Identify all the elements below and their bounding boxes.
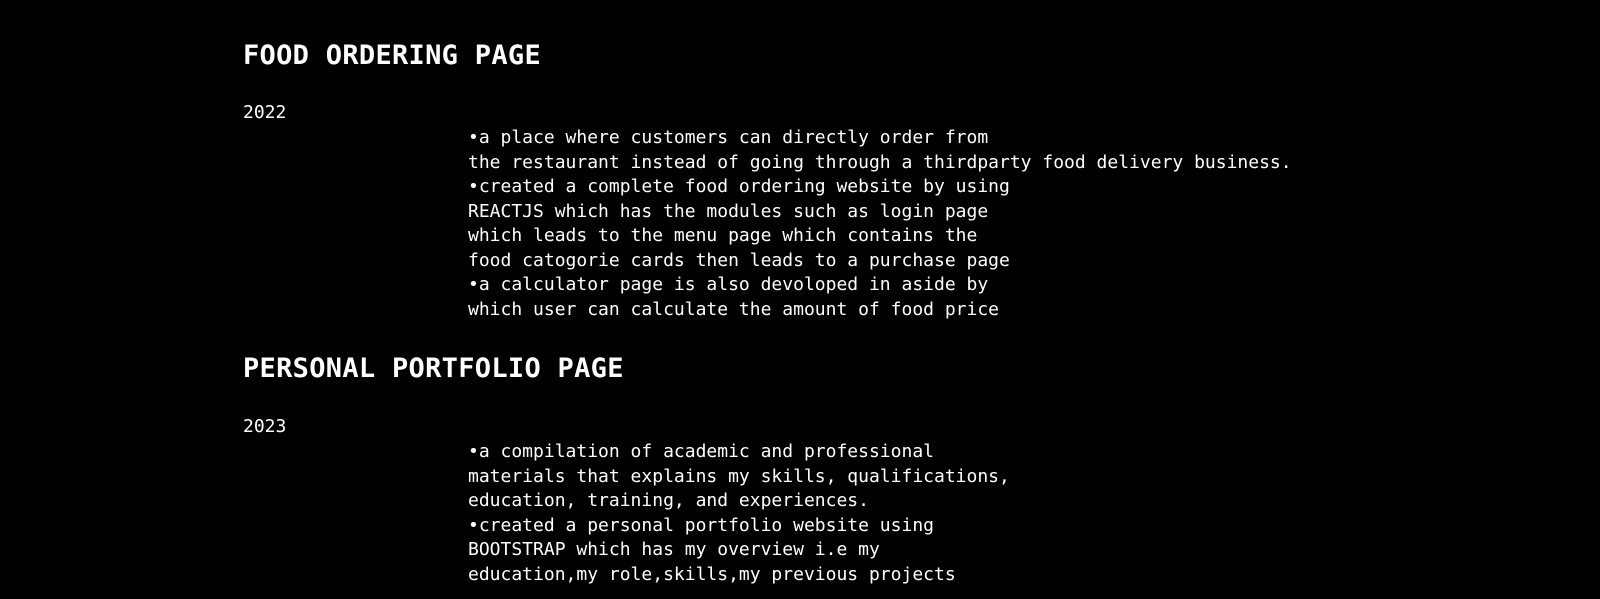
description-line: •a place where customers can directly or… bbox=[468, 127, 989, 148]
description-line: education,my role,skills,my previous pro… bbox=[468, 563, 956, 585]
description-line: BOOTSTRAP which has my overview i.e my bbox=[468, 539, 880, 560]
description-line: which user can calculate the amount of f… bbox=[468, 298, 1000, 320]
description-line: food catogorie cards then leads to a pur… bbox=[468, 249, 1010, 271]
description-line: education, training, and experiences. bbox=[468, 490, 869, 511]
project-description: •a compilation of academic and professio… bbox=[468, 440, 1010, 587]
project-food-ordering: FOOD ORDERING PAGE 2022 •a place where c… bbox=[243, 39, 1292, 320]
description-line: materials that explains my skills, quali… bbox=[468, 465, 1010, 487]
project-description: •a place where customers can directly or… bbox=[468, 126, 1292, 322]
description-line: the restaurant instead of going through … bbox=[468, 151, 1292, 173]
project-year: 2023 bbox=[243, 416, 287, 437]
description-line: •created a personal portfolio website us… bbox=[468, 514, 934, 536]
description-line: •created a complete food ordering websit… bbox=[468, 176, 1010, 197]
description-line: •a compilation of academic and professio… bbox=[468, 441, 934, 462]
description-line: •a calculator page is also devoloped in … bbox=[468, 274, 989, 295]
project-year: 2022 bbox=[243, 102, 287, 123]
project-personal-portfolio: PERSONAL PORTFOLIO PAGE 2023 •a compilat… bbox=[243, 352, 1010, 585]
project-title: PERSONAL PORTFOLIO PAGE bbox=[243, 353, 624, 384]
project-title: FOOD ORDERING PAGE bbox=[243, 40, 541, 71]
description-line: which leads to the menu page which conta… bbox=[468, 225, 978, 246]
description-line: REACTJS which has the modules such as lo… bbox=[468, 200, 989, 222]
